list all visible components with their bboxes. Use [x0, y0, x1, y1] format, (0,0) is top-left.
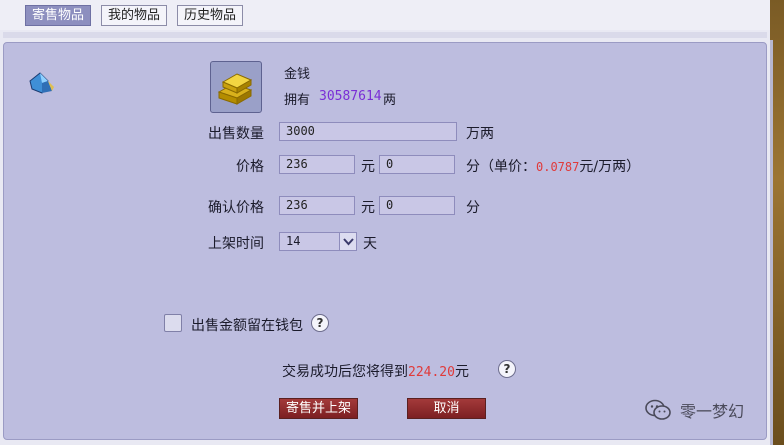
result-suffix: 元 — [454, 364, 469, 380]
keep-in-wallet-label: 出售金额留在钱包 — [191, 318, 303, 334]
gem-icon — [29, 72, 54, 94]
unit-price-suffix: 元/万两） — [579, 159, 641, 175]
confirm-fen-unit: 分 — [466, 200, 480, 216]
cancel-button[interactable]: 取消 — [407, 398, 486, 419]
price-yuan-unit: 元 — [361, 159, 375, 175]
item-name: 金钱 — [284, 67, 311, 82]
question-icon[interactable]: ? — [498, 360, 516, 378]
price-fen-unit: 分 — [466, 159, 480, 175]
gold-bars-icon — [210, 61, 262, 113]
price-label: 价格 — [236, 159, 264, 175]
confirm-yuan-input[interactable]: 236 — [279, 196, 355, 215]
price-yuan-input[interactable]: 236 — [279, 155, 355, 174]
chevron-down-icon[interactable] — [339, 233, 356, 250]
question-icon[interactable]: ? — [311, 314, 329, 332]
unit-price-prefix: （单价： — [480, 159, 536, 175]
owned-unit: 两 — [383, 93, 397, 108]
tab-history[interactable]: 历史物品 — [177, 5, 244, 26]
confirm-yuan-unit: 元 — [361, 200, 375, 216]
watermark-text: 零一梦幻 — [680, 402, 745, 421]
tab-my-items[interactable]: 我的物品 — [101, 5, 168, 26]
result-text: 交易成功后您将得到224.20元 — [282, 361, 469, 381]
confirm-price-label: 确认价格 — [208, 200, 264, 216]
unit-price-value: 0.0787 — [536, 160, 580, 174]
confirm-fen-input[interactable]: 0 — [379, 196, 455, 215]
result-amount: 224.20 — [408, 365, 455, 380]
consign-panel: 金钱 拥有 30587614 两 出售数量 3000 万两 价格 236 元 0… — [3, 42, 767, 440]
result-prefix: 交易成功后您将得到 — [282, 364, 408, 380]
panel-divider — [3, 32, 767, 38]
duration-value: 14 — [286, 234, 301, 248]
owned-amount: 30587614 — [319, 89, 382, 104]
wechat-icon — [645, 399, 671, 420]
tab-consign[interactable]: 寄售物品 — [25, 5, 92, 26]
tab-bar: 寄售物品 我的物品 历史物品 — [0, 0, 770, 30]
price-fen-input[interactable]: 0 — [379, 155, 455, 174]
keep-in-wallet-checkbox[interactable] — [164, 314, 182, 332]
consign-and-list-button[interactable]: 寄售并上架 — [279, 398, 358, 419]
quantity-unit: 万两 — [466, 126, 494, 142]
window-edge — [770, 0, 784, 445]
unit-price-note: 分（单价：0.0787元/万两） — [466, 156, 640, 176]
owned-label: 拥有 — [284, 93, 311, 108]
duration-unit: 天 — [363, 236, 377, 252]
quantity-input[interactable]: 3000 — [279, 122, 457, 141]
watermark: 零一梦幻 — [644, 398, 744, 422]
duration-select[interactable]: 14 — [279, 232, 357, 251]
quantity-label: 出售数量 — [208, 126, 264, 142]
duration-label: 上架时间 — [208, 236, 264, 252]
